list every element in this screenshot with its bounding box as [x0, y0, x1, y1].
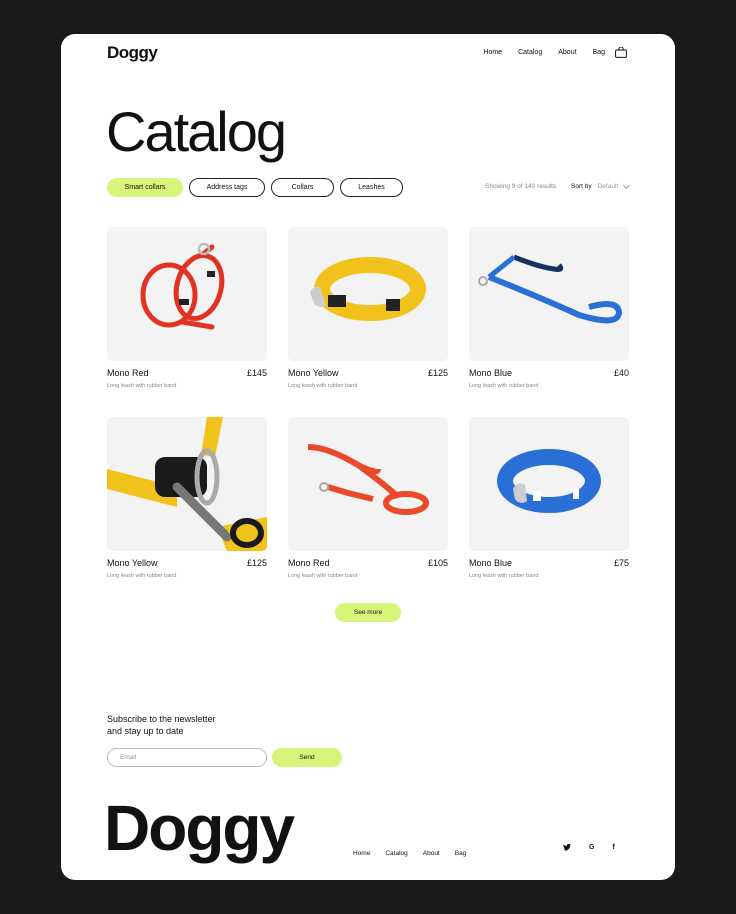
product-name[interactable]: Mono Blue [469, 368, 512, 378]
harness-image [140, 242, 225, 330]
product-price: £105 [427, 558, 448, 568]
see-more-button[interactable]: See more [335, 603, 401, 622]
page-title: Catalog [106, 100, 287, 163]
top-nav: Home Catalog About Bag [483, 47, 627, 58]
product-desc: Long leash with rubber band [107, 573, 177, 579]
filter-address-tags[interactable]: Address tags [189, 178, 265, 197]
chevron-down-icon [623, 181, 631, 189]
footer-nav: Home Catalog About Bag [353, 850, 466, 857]
nav-home[interactable]: Home [483, 49, 502, 56]
results-count: Showing 9 of 140 results [485, 183, 557, 190]
footer-nav-catalog[interactable]: Catalog [385, 850, 407, 857]
leash-image [478, 254, 623, 324]
product-image[interactable] [288, 417, 448, 551]
product-desc: Long leash with rubber band [288, 383, 358, 389]
product-card[interactable]: Mono Blue £40 Long leash with rubber ban… [469, 227, 629, 389]
facebook-icon[interactable]: f [612, 844, 614, 851]
product-card[interactable]: Mono Red £145 Long leash with rubber ban… [107, 227, 267, 389]
product-name[interactable]: Mono Red [107, 368, 149, 378]
product-image[interactable] [107, 227, 267, 361]
product-price: £125 [427, 368, 448, 378]
product-image[interactable] [469, 227, 629, 361]
filter-chips: Smart collars Address tags Collars Leash… [107, 178, 403, 197]
send-button[interactable]: Send [272, 748, 342, 767]
harness-closeup-image [107, 417, 267, 551]
product-price: £145 [246, 368, 267, 378]
product-image[interactable] [469, 417, 629, 551]
footer-nav-bag[interactable]: Bag [455, 850, 467, 857]
product-price: £125 [246, 558, 267, 568]
twitter-icon[interactable] [563, 844, 571, 851]
footer-logo: Doggy [104, 792, 295, 864]
sort-label: Sort by [571, 183, 592, 190]
product-desc: Long leash with rubber band [288, 573, 358, 579]
filter-collars[interactable]: Collars [271, 178, 334, 197]
footer-nav-about[interactable]: About [423, 850, 440, 857]
product-card[interactable]: Mono Yellow £125 Long leash with rubber … [107, 417, 267, 579]
newsletter-title: Subscribe to the newsletter and stay up … [107, 714, 216, 736]
product-image[interactable] [288, 227, 448, 361]
product-desc: Long leash with rubber band [469, 383, 539, 389]
filter-smart-collars[interactable]: Smart collars [107, 178, 183, 197]
email-field[interactable] [107, 748, 267, 767]
filter-leashes[interactable]: Leashes [340, 178, 403, 197]
product-card[interactable]: Mono Yellow £125 Long leash with rubber … [288, 227, 448, 389]
product-price: £40 [613, 368, 629, 378]
bag-icon[interactable] [615, 47, 627, 58]
google-icon[interactable]: G [589, 844, 594, 851]
product-card[interactable]: Mono Blue £75 Long leash with rubber ban… [469, 417, 629, 579]
product-desc: Long leash with rubber band [469, 573, 539, 579]
product-price: £75 [613, 558, 629, 568]
collar-image [310, 257, 426, 321]
product-name[interactable]: Mono Yellow [288, 368, 339, 378]
sort-value[interactable]: Default [598, 183, 619, 190]
product-name[interactable]: Mono Yellow [107, 558, 158, 568]
product-name[interactable]: Mono Blue [469, 558, 512, 568]
footer-nav-home[interactable]: Home [353, 850, 370, 857]
leash-image [307, 444, 429, 515]
collar-image [497, 449, 601, 513]
brand-logo[interactable]: Doggy [107, 43, 158, 63]
nav-bag[interactable]: Bag [593, 49, 605, 56]
product-card[interactable]: Mono Red £105 Long leash with rubber ban… [288, 417, 448, 579]
social-links: G f [563, 844, 615, 851]
product-desc: Long leash with rubber band [107, 383, 177, 389]
nav-about[interactable]: About [558, 49, 576, 56]
nav-catalog[interactable]: Catalog [518, 49, 542, 56]
product-image[interactable] [107, 417, 267, 551]
page-card: Doggy Home Catalog About Bag Catalog Sma… [61, 34, 675, 880]
sort-dropdown[interactable]: Sort by Default [571, 181, 631, 190]
product-name[interactable]: Mono Red [288, 558, 330, 568]
